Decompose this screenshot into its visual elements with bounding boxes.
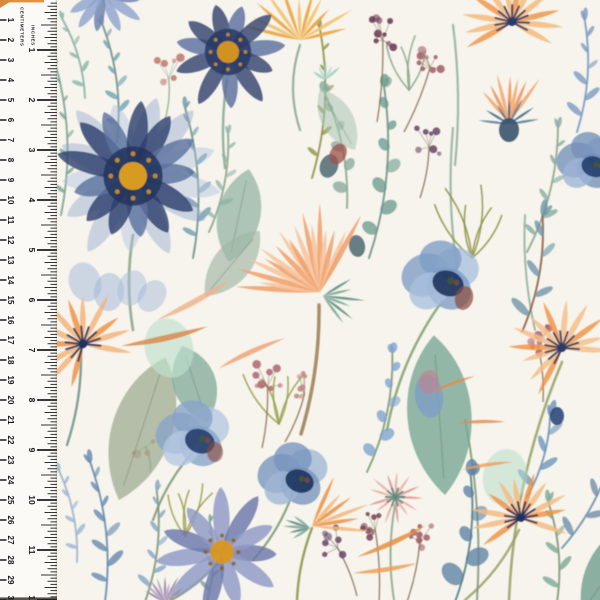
ruler-inch-label: INCHES — [31, 25, 36, 46]
ruler-cm-number: 30 — [6, 596, 15, 600]
ruler-cm-number: 25 — [6, 496, 15, 505]
ruler-cm-number: 2 — [6, 38, 15, 43]
ruler-cm-number: 28 — [6, 556, 15, 565]
ruler-cm-number: 5 — [6, 98, 15, 103]
ruler-cm-number: 10 — [6, 196, 15, 205]
ruler-cm-number: 9 — [6, 178, 15, 183]
ruler-cm-number: 18 — [6, 356, 15, 365]
ruler-inch-number: 3 — [27, 148, 37, 153]
ruler-inch-number: 5 — [27, 248, 37, 253]
leaf-blob — [499, 118, 519, 142]
fabric-swatch: 1234567891011121314151617181920212223242… — [0, 0, 600, 600]
ruler-inch-number: 6 — [27, 298, 37, 303]
ruler-cm-number: 4 — [6, 78, 15, 83]
floral-pattern — [57, 0, 600, 600]
ruler-cm-number: 22 — [6, 436, 15, 445]
ruler-cm-number: 27 — [6, 536, 15, 545]
ruler-cm-number: 15 — [6, 296, 15, 305]
ruler-cm-number: 12 — [6, 236, 15, 245]
ruler: 1234567891011121314151617181920212223242… — [0, 0, 57, 600]
ruler-inch-number: 10 — [27, 495, 37, 505]
ruler-inch-number: 2 — [27, 98, 37, 103]
ruler-cm-number: 19 — [6, 376, 15, 385]
ruler-cm-number: 7 — [6, 138, 15, 143]
ruler-cm-number: 13 — [6, 256, 15, 265]
ruler-cm-number: 6 — [6, 118, 15, 123]
leaf-blob — [207, 442, 223, 462]
ruler-cm-number: 8 — [6, 158, 15, 163]
ruler-cm-number: 3 — [6, 58, 15, 63]
ruler-cm-number: 29 — [6, 576, 15, 585]
ruler-cm-number: 11 — [6, 216, 15, 225]
ruler-cm-number: 16 — [6, 316, 15, 325]
ruler-cm-number: 1 — [6, 18, 15, 23]
ruler-inch-number: 7 — [27, 348, 37, 353]
ruler-inch-number: 11 — [27, 546, 37, 555]
ruler-cm-label: CENTIMETERS — [20, 7, 25, 47]
ruler-cm-number: 24 — [6, 476, 15, 485]
ruler-inch-number: 1 — [27, 48, 37, 53]
ruler-cm-number: 20 — [6, 396, 15, 405]
ruler-inch-number: 12 — [27, 595, 37, 600]
ruler-cm-number: 14 — [6, 276, 15, 285]
ruler-cm-number: 26 — [6, 516, 15, 525]
ruler-cm-number: 21 — [6, 416, 15, 425]
ruler-cm-number: 17 — [6, 336, 15, 345]
leaf-blob — [550, 407, 564, 425]
ruler-inch-number: 8 — [27, 398, 37, 403]
ruler-inch-number: 9 — [27, 448, 37, 453]
ruler-cm-number: 23 — [6, 456, 15, 465]
ruler-inch-number: 4 — [27, 198, 37, 203]
